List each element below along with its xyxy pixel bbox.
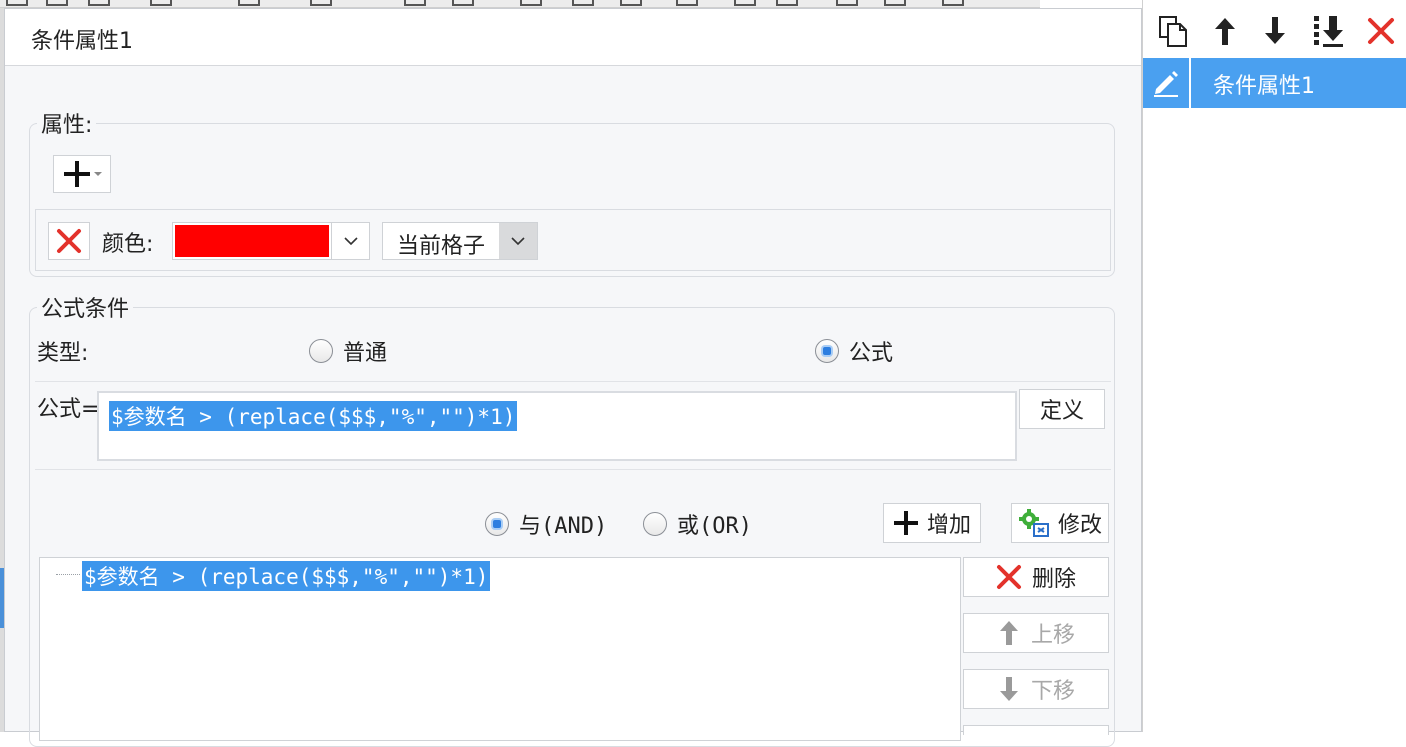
- move-down-icon[interactable]: [1253, 8, 1297, 54]
- divider: [35, 469, 1111, 470]
- delete-condition-button[interactable]: 删除: [963, 557, 1109, 597]
- condition-list-item-label: 条件属性1: [1213, 74, 1315, 99]
- move-up-icon[interactable]: [1203, 8, 1247, 54]
- tree-connector: [56, 574, 80, 575]
- logic-or-label[interactable]: 或(OR): [677, 508, 752, 540]
- logic-or-radio[interactable]: [643, 512, 667, 536]
- add-condition-label: 增加: [926, 513, 971, 538]
- type-formula-radio[interactable]: [815, 339, 839, 363]
- modify-condition-button[interactable]: 修改: [1011, 503, 1109, 543]
- properties-legend: 属性:: [37, 107, 97, 139]
- move-down-label: 下移: [1030, 679, 1075, 704]
- remove-property-button[interactable]: [48, 222, 90, 260]
- edit-pencil-icon: [1143, 58, 1191, 108]
- formula-input[interactable]: $参数名 > (replace($$$,"%","")*1): [97, 391, 1017, 461]
- scope-select-value: 当前格子: [397, 234, 486, 259]
- define-button[interactable]: 定义: [1019, 389, 1105, 429]
- condition-tree-item[interactable]: $参数名 > (replace($$$,"%","")*1): [82, 561, 491, 591]
- type-formula-label[interactable]: 公式: [849, 335, 893, 367]
- modify-condition-label: 修改: [1057, 513, 1102, 538]
- move-down-button[interactable]: 下移: [963, 669, 1109, 709]
- condition-tree-list: $参数名 > (replace($$$,"%","")*1): [39, 557, 961, 741]
- divider: [35, 381, 1111, 382]
- move-up-icon: [999, 621, 1018, 645]
- move-bottom-icon[interactable]: [1307, 8, 1351, 54]
- formula-input-value: $参数名 > (replace($$$,"%","")*1): [109, 401, 518, 431]
- color-swatch: [175, 225, 329, 257]
- chevron-down-icon[interactable]: [331, 223, 369, 259]
- modify-gear-icon: [1018, 509, 1049, 537]
- condition-attribute-dialog: 条件属性1 属性: 颜色: 当前格子 公式条件 类型: 普通 公式 公式= $参…: [4, 8, 1142, 747]
- delete-icon[interactable]: [1359, 8, 1403, 54]
- color-label: 颜色:: [102, 232, 154, 257]
- dropdown-arrow-icon: [94, 172, 102, 176]
- type-normal-radio[interactable]: [309, 339, 333, 363]
- move-down-icon: [999, 677, 1018, 701]
- scope-select[interactable]: 当前格子: [382, 222, 538, 260]
- delete-icon: [996, 565, 1021, 589]
- panel-toolbar: [1143, 8, 1406, 58]
- logic-and-radio[interactable]: [485, 512, 509, 536]
- move-up-button[interactable]: 上移: [963, 613, 1109, 653]
- color-property-row: 颜色: 当前格子: [35, 209, 1111, 271]
- dialog-title-bar: 条件属性1: [5, 9, 1141, 66]
- logic-and-label[interactable]: 与(AND): [519, 508, 607, 540]
- plus-icon: [64, 161, 90, 187]
- condition-list-panel: 条件属性1: [1142, 0, 1406, 732]
- formula-label: 公式=: [37, 397, 100, 422]
- copy-icon[interactable]: [1151, 8, 1195, 54]
- color-picker[interactable]: [172, 222, 370, 260]
- plus-icon: [893, 511, 918, 535]
- extra-button-partial[interactable]: [963, 725, 1109, 735]
- move-up-label: 上移: [1030, 623, 1075, 648]
- type-normal-label[interactable]: 普通: [343, 335, 387, 367]
- dialog-title: 条件属性1: [31, 29, 133, 54]
- background-toolbar: [0, 0, 1040, 8]
- delete-condition-label: 删除: [1031, 567, 1076, 592]
- delete-icon: [57, 229, 81, 253]
- add-property-button[interactable]: [53, 155, 111, 193]
- chevron-down-icon[interactable]: [499, 223, 537, 259]
- formula-condition-legend: 公式条件: [37, 291, 134, 323]
- add-condition-button[interactable]: 增加: [883, 503, 981, 543]
- condition-list-item-selected[interactable]: 条件属性1: [1143, 58, 1406, 108]
- type-label: 类型:: [37, 341, 89, 366]
